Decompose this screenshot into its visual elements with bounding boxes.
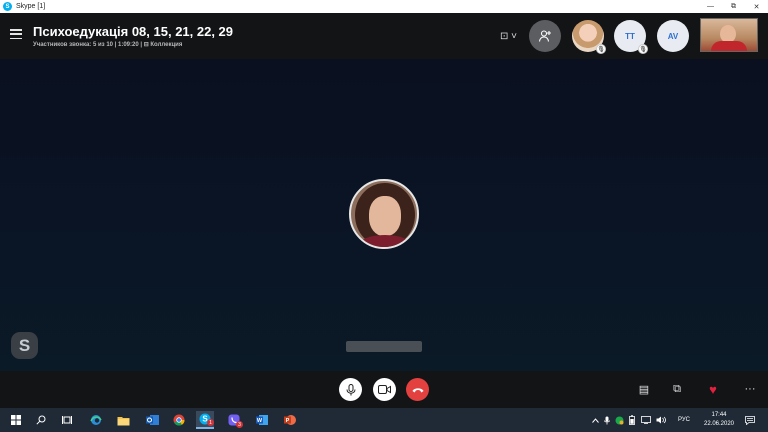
action-center-button[interactable] xyxy=(744,414,756,426)
camera-button[interactable] xyxy=(373,378,396,401)
clock-date: 22.06.2020 xyxy=(703,421,735,427)
participant-initials: AV xyxy=(667,31,679,41)
speaker-name-redacted xyxy=(346,341,422,352)
notification-icon xyxy=(745,415,755,425)
window-title-bar: S Skype [1] — ⧉ ✕ xyxy=(0,0,768,13)
chat-button[interactable]: ▤ xyxy=(636,382,652,396)
viber-icon[interactable]: 3 xyxy=(225,411,243,429)
battery-icon[interactable] xyxy=(627,408,637,432)
participant-avatar-photo[interactable]: 🎙 xyxy=(572,20,606,54)
call-title: Психоедукація 08, 15, 21, 22, 29 xyxy=(33,24,234,39)
more-options-button[interactable]: ··· xyxy=(742,382,758,396)
restore-button[interactable]: ⧉ xyxy=(722,0,745,13)
edge-browser-icon[interactable] xyxy=(87,411,105,429)
windows-taskbar: S 1 3 W P РУС 17:44 22.06.2020 xyxy=(0,408,768,432)
react-heart-button[interactable]: ♥ xyxy=(705,382,721,397)
mic-tray-icon[interactable] xyxy=(602,408,612,432)
microphone-button[interactable] xyxy=(339,378,362,401)
participant-initials: TT xyxy=(625,31,635,41)
task-view-button[interactable] xyxy=(58,411,76,429)
svg-text:W: W xyxy=(257,418,263,424)
skype-logo-icon: S xyxy=(11,332,38,359)
switch-view-button[interactable]: ⧉ xyxy=(669,382,685,396)
network-icon[interactable] xyxy=(640,408,652,432)
participant-avatar-tt[interactable]: TT 🎙 xyxy=(614,20,648,54)
call-info: Участников звонка: 5 из 10 | 1:09:20 | ⊟… xyxy=(33,42,183,48)
participant-avatar-av[interactable]: AV xyxy=(657,20,689,52)
end-call-button[interactable] xyxy=(406,378,429,401)
window-title: Skype [1] xyxy=(16,3,46,10)
powerpoint-icon[interactable]: P xyxy=(281,411,299,429)
skype-tray-icon[interactable] xyxy=(614,408,624,432)
search-button[interactable] xyxy=(32,411,50,429)
viber-notification-badge: 3 xyxy=(236,421,243,428)
chrome-icon[interactable] xyxy=(170,411,188,429)
add-participant-button[interactable] xyxy=(529,20,561,52)
minimize-button[interactable]: — xyxy=(699,0,722,13)
video-camera-icon xyxy=(378,385,391,394)
word-icon[interactable]: W xyxy=(253,411,271,429)
hang-up-icon xyxy=(412,387,423,392)
skype-app-icon: S xyxy=(3,2,12,11)
active-speaker-avatar xyxy=(349,179,419,249)
show-hidden-icons-button[interactable] xyxy=(590,408,600,432)
search-icon xyxy=(36,415,46,425)
layout-toggle-button[interactable]: ⊡ ˅ xyxy=(500,29,520,43)
task-view-icon xyxy=(62,416,72,424)
add-person-icon xyxy=(538,30,551,42)
svg-text:P: P xyxy=(286,418,290,424)
self-video-preview[interactable] xyxy=(700,18,758,52)
chevron-up-icon xyxy=(591,417,599,423)
input-language-indicator[interactable]: РУС xyxy=(672,408,696,432)
windows-logo-icon xyxy=(11,415,21,425)
call-stage: S xyxy=(0,59,768,371)
file-explorer-icon[interactable] xyxy=(114,411,132,429)
call-controls-bar: ▤ ⧉ ♥ ··· xyxy=(0,371,768,408)
skype-notification-badge: 1 xyxy=(207,419,214,426)
microphone-icon xyxy=(346,383,355,395)
taskbar-clock[interactable]: 17:44 22.06.2020 xyxy=(702,411,736,429)
skype-taskbar-icon[interactable]: S 1 xyxy=(196,411,214,429)
menu-icon[interactable] xyxy=(10,29,22,39)
close-button[interactable]: ✕ xyxy=(745,0,768,13)
clock-time: 17:44 xyxy=(711,412,727,418)
call-header: Психоедукація 08, 15, 21, 22, 29 Участни… xyxy=(0,13,768,59)
volume-icon[interactable] xyxy=(655,408,667,432)
muted-mic-icon: 🎙 xyxy=(596,44,606,54)
outlook-icon[interactable] xyxy=(143,411,161,429)
start-button[interactable] xyxy=(7,411,25,429)
muted-mic-icon: 🎙 xyxy=(638,44,648,54)
